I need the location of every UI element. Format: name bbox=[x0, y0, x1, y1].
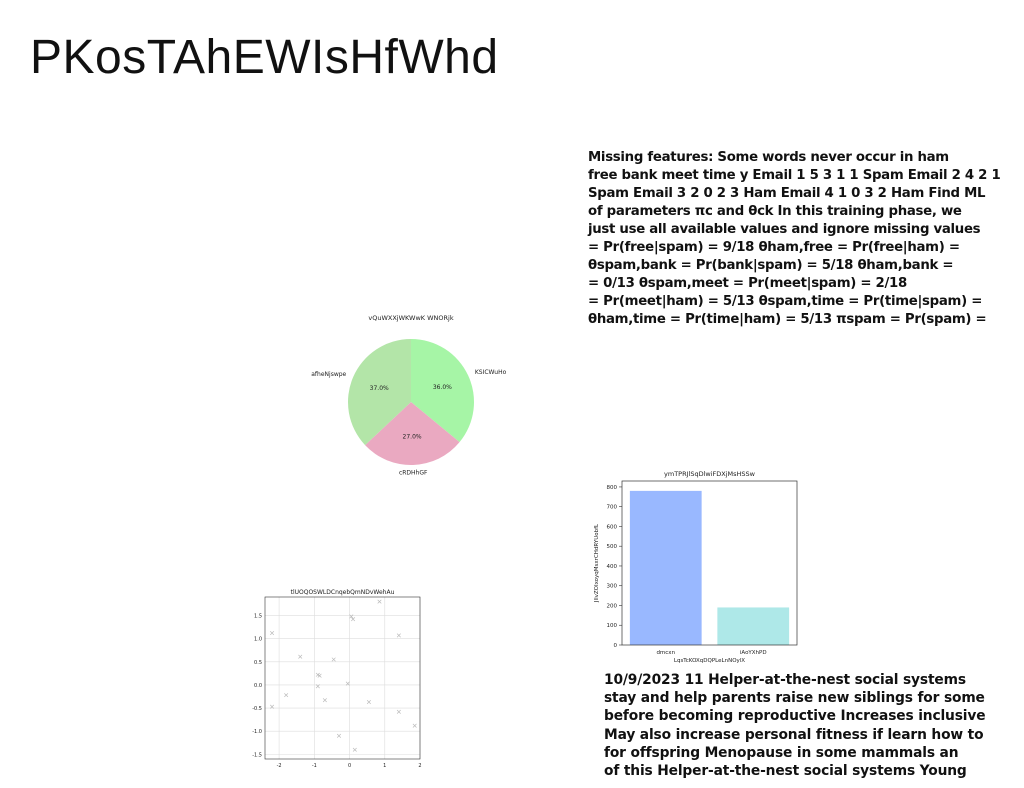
bar-y-tick-label: 300 bbox=[607, 584, 618, 590]
bar-category-label: iAoYXhPD bbox=[740, 650, 767, 656]
scatter-point bbox=[366, 700, 371, 705]
scatter-x-tick-label: -2 bbox=[277, 763, 282, 769]
scatter-chart: tlUOQOSWLDCnqebQmNDvWehAu -2 -1 0 1 2 -1.5 -1.0… bbox=[252, 589, 421, 769]
scatter-x-tick-label: 0 bbox=[348, 763, 351, 769]
bar-x-axis-label: LqsTcKOXqDQPLeLnNOylX bbox=[674, 658, 745, 664]
bar-y-tick-label: 100 bbox=[607, 623, 618, 629]
bar bbox=[717, 607, 790, 645]
scatter-x-tick-label: 1 bbox=[383, 763, 386, 769]
scatter-x-tick-label: -1 bbox=[312, 763, 317, 769]
scatter-y-tick-label: 1.5 bbox=[254, 614, 262, 620]
pie-title: vQuWXXjWKWwK WNORjk bbox=[368, 314, 453, 322]
bar-y-tick-label: 700 bbox=[607, 505, 618, 511]
bar bbox=[629, 490, 702, 645]
scatter-point bbox=[396, 709, 401, 714]
scatter-point bbox=[377, 599, 382, 604]
pie-chart: vQuWXXjWKWwK WNORjk 36.0% KSICWuHo 27.0% cRD… bbox=[311, 314, 507, 477]
scatter-y-tick-label: 0.0 bbox=[254, 683, 262, 689]
bar-title: ymTPRJlSqDlwiFDXjMsHSSw bbox=[664, 470, 756, 478]
bar-y-tick-label: 0 bbox=[614, 643, 618, 649]
pie-value-label: 27.0% bbox=[403, 434, 422, 441]
scatter-point bbox=[396, 633, 401, 638]
scatter-x-tick-label: 2 bbox=[418, 763, 421, 769]
slide-title: PKosTAhEWIsHfWhd bbox=[30, 31, 499, 84]
text-block-naive-bayes: Missing features: Some words never occur… bbox=[588, 150, 1001, 327]
bar-category-label: dmcxn bbox=[656, 650, 675, 656]
bar-y-tick-label: 200 bbox=[607, 603, 618, 609]
scatter-point bbox=[284, 693, 289, 698]
bar-y-tick-label: 600 bbox=[607, 524, 618, 530]
scatter-point bbox=[352, 747, 357, 752]
pie-value-label: 36.0% bbox=[433, 384, 452, 391]
pie-slice-label: afheNjswpe bbox=[311, 371, 346, 378]
scatter-point bbox=[269, 631, 275, 636]
scatter-point bbox=[412, 723, 417, 728]
bar-y-tick-label: 800 bbox=[607, 485, 618, 491]
bar-y-axis-label: JllvZOIxoyqMsxrCHdRYUobfL bbox=[594, 523, 600, 603]
pie-slice-label: cRDHhGF bbox=[399, 470, 428, 477]
bar-chart: ymTPRJlSqDlwiFDXjMsHSSw dmcxn iAoYXhPD 0 100… bbox=[594, 470, 798, 664]
scatter-y-tick-label: 1.0 bbox=[254, 637, 262, 643]
scatter-title: tlUOQOSWLDCnqebQmNDvWehAu bbox=[291, 589, 395, 596]
scatter-y-tick-label: -0.5 bbox=[252, 706, 262, 712]
scatter-point bbox=[331, 657, 336, 662]
scatter-point bbox=[336, 733, 342, 738]
pie-slice-label: KSICWuHo bbox=[475, 369, 507, 376]
scatter-plot-frame bbox=[264, 596, 421, 760]
scatter-point bbox=[322, 698, 327, 703]
scatter-y-tick-label: -1.0 bbox=[252, 729, 262, 735]
bar-y-tick-label: 500 bbox=[607, 544, 618, 550]
scatter-point bbox=[298, 654, 303, 659]
scatter-y-tick-label: 0.5 bbox=[254, 660, 262, 666]
pie-value-label: 37.0% bbox=[370, 385, 389, 392]
bar-y-tick-label: 400 bbox=[607, 564, 618, 570]
scatter-y-tick-label: -1.5 bbox=[252, 752, 262, 758]
text-block-helper-at-nest: 10/9/2023 11 Helper-at-the-nest social s… bbox=[604, 672, 986, 780]
